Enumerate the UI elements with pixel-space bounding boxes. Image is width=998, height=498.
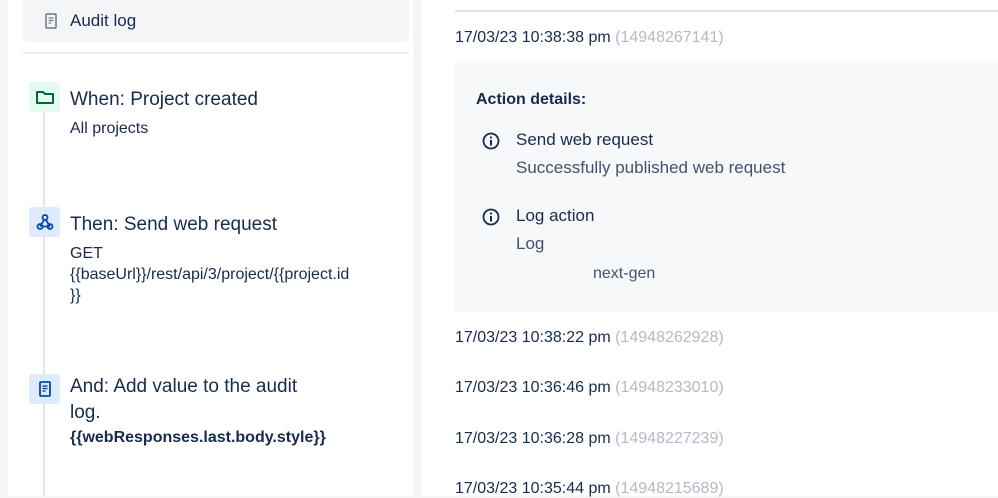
info-icon [482, 208, 500, 226]
entry-id: (14948233010) [615, 379, 724, 396]
log-entry[interactable]: 17/03/23 10:38:38 pm (14948267141) [455, 29, 724, 47]
action-details-heading: Action details: [476, 91, 587, 108]
request-url: {{baseUrl}}/rest/api/3/project/{{project… [70, 266, 350, 283]
action-step-title[interactable]: Then: Send web request [70, 212, 277, 238]
log-entry[interactable]: 17/03/23 10:36:28 pm (14948227239) [455, 430, 724, 448]
detail-message: Successfully published web request [516, 158, 786, 177]
log-entry[interactable]: 17/03/23 10:38:22 pm (14948262928) [455, 329, 724, 347]
rule-panel: Audit log When: Project created All proj… [8, 0, 413, 496]
entry-time: 17/03/23 10:35:44 pm [455, 480, 611, 497]
action-details: Action details: Send web request Success… [455, 63, 998, 312]
detail-message: Log [516, 234, 545, 253]
entry-time: 17/03/23 10:38:38 pm [455, 29, 611, 46]
audit-log-panel: 17/03/23 10:38:38 pm (14948267141) Actio… [421, 0, 998, 498]
log-step-value: {{webResponses.last.body.style}} [70, 429, 326, 446]
request-method: GET [70, 245, 103, 262]
divider [455, 10, 998, 12]
log-entry[interactable]: 17/03/23 10:35:44 pm (14948215689) [455, 480, 724, 498]
detail-title: Send web request [516, 130, 654, 149]
trigger-step-title[interactable]: When: Project created [70, 87, 258, 113]
entry-time: 17/03/23 10:38:22 pm [455, 329, 611, 346]
detail-extra: next-gen [593, 265, 656, 282]
timeline-line [43, 112, 45, 496]
folder-icon [29, 82, 60, 112]
entry-time: 17/03/23 10:36:46 pm [455, 379, 611, 396]
detail-title: Log action [516, 206, 595, 225]
log-entry[interactable]: 17/03/23 10:36:46 pm (14948233010) [455, 379, 724, 397]
log-step-title-2: log. [70, 402, 101, 423]
info-icon [482, 132, 500, 150]
divider [23, 52, 409, 54]
entry-time: 17/03/23 10:36:28 pm [455, 430, 611, 447]
request-url-end: }} [70, 287, 81, 304]
log-step-title-1[interactable]: And: Add value to the audit [70, 374, 297, 400]
audit-log-button[interactable]: Audit log [23, 0, 409, 42]
trigger-step-sub: All projects [70, 120, 149, 137]
audit-log-label: Audit log [70, 11, 137, 30]
entry-id: (14948215689) [615, 480, 724, 497]
document-icon [45, 13, 57, 29]
entry-id: (14948262928) [615, 329, 724, 346]
webhook-icon [29, 207, 60, 237]
entry-id: (14948227239) [615, 430, 724, 447]
document-icon [29, 374, 60, 404]
entry-id: (14948267141) [615, 29, 724, 46]
